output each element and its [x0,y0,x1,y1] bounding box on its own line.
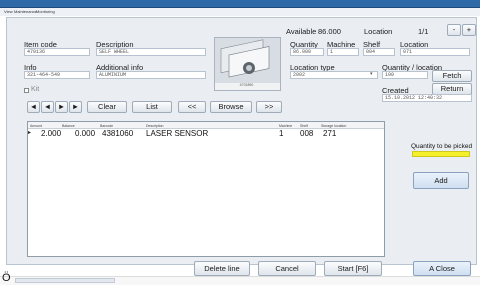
kit-checkbox[interactable] [24,88,29,93]
quantity-field: 86.000 [290,48,324,56]
next-record-button[interactable]: ► [55,101,68,113]
kit-label: Kit [31,86,40,93]
row-selector-icon: ▸ [28,130,32,136]
page-next-button[interactable]: + [462,24,476,36]
start-button[interactable]: Start [F6] [324,261,382,276]
location-type-select[interactable]: 2002 [290,71,378,79]
description-field[interactable]: SELF WHEEL [96,48,206,56]
item-code-field[interactable]: 470136 [24,48,90,56]
available-value: 86.000 [318,27,341,36]
cancel-button[interactable]: Cancel [258,261,316,276]
page-indicator: 1/1 [418,27,429,36]
machine-field: 1 [327,48,359,56]
additional-info-field[interactable]: ALUMINIUM [96,71,206,79]
taskbar-item[interactable] [15,278,115,283]
list-button[interactable]: List [132,101,172,113]
menu-view[interactable]: View [4,8,13,16]
picking-grid[interactable] [27,121,385,257]
info-field[interactable]: 321-464-549 [24,71,90,79]
cell-barcode: 4381060 [102,129,134,138]
window-title-bar [0,0,480,8]
cell-shelf: 008 [300,129,314,138]
cell-balance: 0.000 [75,129,96,138]
shelf-field: 004 [363,48,395,56]
menu-maintenance[interactable]: Maintenance [14,8,37,16]
page-back-button[interactable]: << [178,101,206,113]
clear-button[interactable]: Clear [87,101,127,113]
taskbar-text: Ö [2,272,11,284]
delete-line-button[interactable]: Delete line [194,261,250,276]
cell-amount: 2.000 [41,129,62,138]
cell-machine: 1 [279,129,284,138]
last-record-button[interactable]: ► [69,101,82,113]
previous-record-button[interactable]: ◄ [41,101,54,113]
menu-monitoring[interactable]: Monitoring [36,8,55,16]
menu-bar [0,8,480,16]
location-header-label: Location [364,27,393,36]
first-record-button[interactable]: ◄ [27,101,40,113]
cell-description: LASER SENSOR [146,129,209,138]
page-prev-button[interactable]: - [447,24,461,36]
cell-storage-location: 271 [323,129,337,138]
location-field: 071 [400,48,470,56]
fetch-button[interactable]: Fetch [432,70,472,82]
quantity-to-pick-field[interactable] [412,151,470,157]
chevron-down-icon[interactable]: ▾ [370,71,373,77]
product-image-caption: 4701890 [239,83,254,87]
quantity-to-pick-label: Quantity to be picked [411,143,473,150]
close-button[interactable]: A Close [413,261,471,276]
qty-per-location-field[interactable]: 100 [382,71,428,79]
created-field: 15.10.2012 12:40:32 [382,94,472,102]
browse-button[interactable]: Browse [210,101,252,113]
add-button[interactable]: Add [413,172,469,189]
available-label: Available [286,27,317,36]
page-forward-button[interactable]: >> [256,101,282,113]
